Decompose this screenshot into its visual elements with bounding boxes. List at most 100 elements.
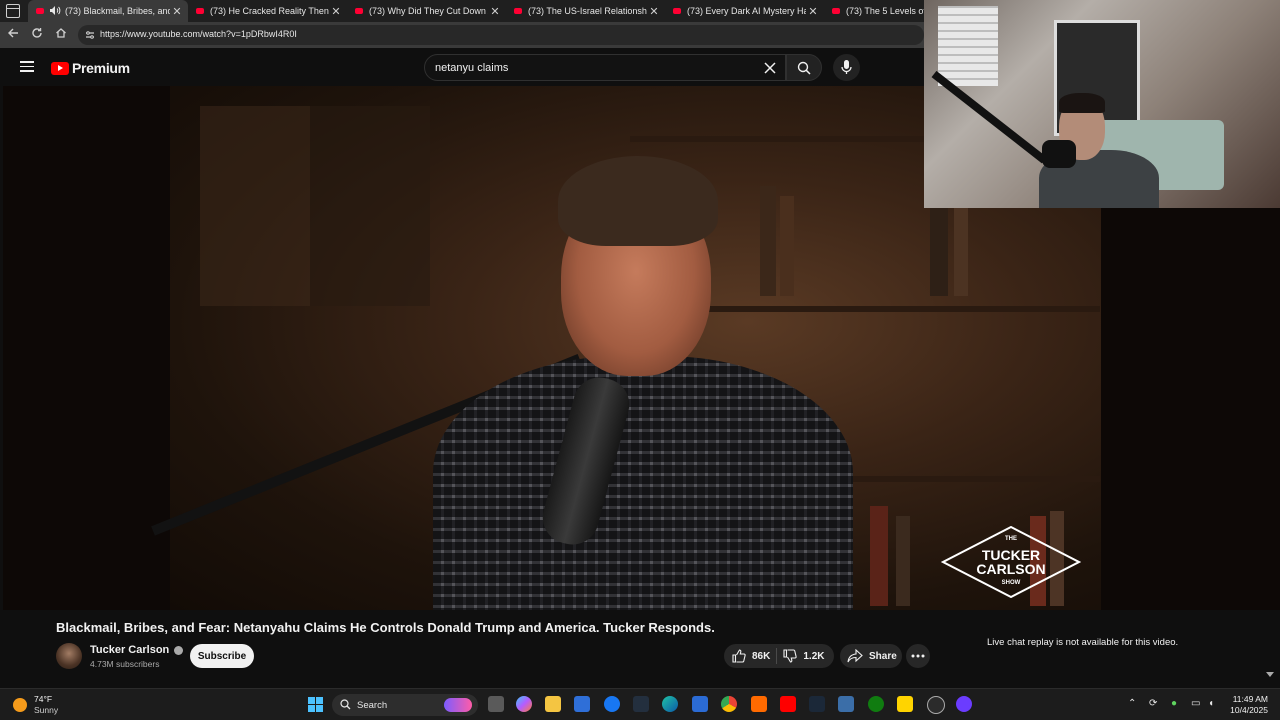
browser-tab-4[interactable]: (73) The US-Israel Relationship is ✕	[506, 0, 665, 22]
app-diamond-icon[interactable]	[838, 696, 854, 712]
url-text: https://www.youtube.com/watch?v=1pDRbwI4…	[100, 29, 297, 39]
speaker-icon[interactable]	[50, 5, 61, 17]
url-field[interactable]: https://www.youtube.com/watch?v=1pDRbwI4…	[78, 25, 924, 45]
dislike-count: 1.2K	[803, 650, 825, 662]
amazon-icon[interactable]	[633, 696, 649, 712]
back-arrow-icon[interactable]	[5, 27, 21, 43]
logo-text: Premium	[72, 60, 130, 76]
clock-date[interactable]: 10/4/2025	[1218, 705, 1268, 715]
svg-text:SHOW: SHOW	[1002, 580, 1021, 586]
share-arrow-icon	[847, 649, 863, 663]
search-button[interactable]	[786, 54, 822, 81]
tucker-carlson-show-logo: THE TUCKER CARLSON SHOW	[941, 526, 1081, 598]
clear-search-icon[interactable]	[763, 61, 777, 75]
windows-taskbar: 74°F Sunny Search ⌃ ⟳ ● ▭ ◖ 11:49 AM 10/…	[0, 688, 1280, 720]
browser-tab-2[interactable]: (73) He Cracked Reality Then CIA ✕	[188, 0, 347, 22]
clock-time[interactable]: 11:49 AM	[1228, 694, 1268, 704]
voice-search-button[interactable]	[833, 54, 860, 81]
search-highlight-icon	[444, 698, 472, 712]
more-actions-button[interactable]	[906, 644, 930, 668]
subscriber-count: 4.73M subscribers	[90, 659, 160, 669]
scroll-down-arrow-icon[interactable]	[1266, 672, 1274, 677]
verified-badge-icon	[174, 645, 184, 655]
share-button[interactable]: Share	[840, 644, 902, 668]
like-dislike-group: 86K 1.2K	[724, 644, 834, 668]
edge-browser-icon[interactable]	[662, 696, 678, 712]
show-hidden-icons-chevron-icon[interactable]: ⌃	[1128, 698, 1136, 709]
steam-icon[interactable]	[809, 696, 825, 712]
vlc-icon[interactable]	[751, 696, 767, 712]
youtube-premium-logo[interactable]: Premium	[51, 60, 130, 76]
facebook-icon[interactable]	[604, 696, 620, 712]
svg-text:CARLSON: CARLSON	[976, 561, 1045, 577]
weather-temperature: 74°F	[34, 694, 53, 704]
youtube-favicon-icon	[196, 8, 204, 14]
more-horizontal-icon	[911, 654, 925, 658]
browser-tab-3[interactable]: (73) Why Did They Cut Down All ✕	[347, 0, 506, 22]
video-title: Blackmail, Bribes, and Fear: Netanyahu C…	[56, 620, 715, 635]
onedrive-sync-icon[interactable]: ⟳	[1149, 698, 1157, 709]
site-info-icon[interactable]	[84, 28, 98, 42]
channel-name-text: Tucker Carlson	[90, 644, 170, 656]
close-tab-icon[interactable]: ✕	[329, 5, 343, 18]
search-query: netanyu claims	[435, 62, 509, 74]
xbox-icon[interactable]	[868, 696, 884, 712]
share-label: Share	[869, 650, 897, 662]
youtube-favicon-icon	[36, 8, 44, 14]
sticky-notes-icon[interactable]	[897, 696, 913, 712]
calculator-icon[interactable]	[692, 696, 708, 712]
reload-icon[interactable]	[29, 27, 45, 43]
browser-tab-6[interactable]: (73) The 5 Levels of D	[824, 0, 924, 22]
youtube-favicon-icon	[673, 8, 681, 14]
window-blinds	[938, 6, 998, 86]
tab-actions-icon[interactable]	[6, 4, 20, 18]
tab-title: (73) The US-Israel Relationship is	[528, 6, 647, 16]
browser-tab-1[interactable]: (73) Blackmail, Bribes, and Fe ✕	[28, 0, 188, 22]
taskbar-search-label: Search	[357, 700, 388, 711]
obs-icon[interactable]	[956, 696, 972, 712]
browser-tab-5[interactable]: (73) Every Dark AI Mystery Happe ✕	[665, 0, 824, 22]
youtube-favicon-icon	[832, 8, 840, 14]
microsoft-store-icon[interactable]	[574, 696, 590, 712]
tab-title: (73) The 5 Levels of D	[846, 6, 924, 16]
subscribe-button[interactable]: Subscribe	[190, 644, 254, 668]
live-chat-notice: Live chat replay is not available for th…	[987, 637, 1179, 648]
close-tab-icon[interactable]: ✕	[647, 5, 661, 18]
task-view-icon[interactable]	[488, 696, 504, 712]
search-icon	[797, 61, 811, 75]
dislike-button[interactable]: 1.2K	[783, 649, 824, 663]
youtube-app-icon[interactable]	[780, 696, 796, 712]
speaker-body	[433, 356, 853, 610]
taskbar-search-box[interactable]: Search	[332, 694, 478, 716]
close-tab-icon[interactable]: ✕	[488, 5, 502, 18]
channel-name[interactable]: Tucker Carlson	[90, 644, 184, 656]
chrome-icon[interactable]	[721, 696, 737, 712]
menu-icon[interactable]	[20, 61, 34, 72]
volume-icon[interactable]: ◖	[1208, 698, 1214, 709]
thumbs-down-icon	[783, 649, 798, 663]
microphone-icon	[841, 60, 852, 74]
tab-title: (73) He Cracked Reality Then CIA	[210, 6, 329, 16]
sun-weather-icon[interactable]	[13, 698, 27, 712]
settings-gear-icon[interactable]	[927, 696, 945, 714]
channel-avatar[interactable]	[56, 643, 82, 669]
home-icon[interactable]	[53, 27, 69, 43]
start-menu-icon[interactable]	[308, 697, 324, 713]
file-explorer-icon[interactable]	[545, 696, 561, 712]
search-icon	[340, 699, 351, 710]
like-button[interactable]: 86K	[724, 649, 770, 663]
search-input[interactable]: netanyu claims	[424, 54, 786, 81]
streamer-hair	[1059, 93, 1105, 113]
network-icon[interactable]: ▭	[1191, 698, 1200, 709]
close-tab-icon[interactable]: ✕	[806, 5, 820, 18]
streamer-microphone	[1042, 140, 1076, 168]
svg-text:THE: THE	[1005, 536, 1017, 542]
webcam-overlay	[924, 0, 1280, 208]
close-tab-icon[interactable]: ✕	[170, 5, 184, 18]
tab-title: (73) Why Did They Cut Down All	[369, 6, 488, 16]
copilot-icon[interactable]	[516, 696, 532, 712]
speaker-hair	[558, 156, 718, 246]
microphone-in-use-icon[interactable]: ●	[1171, 698, 1177, 709]
like-count: 86K	[752, 650, 771, 662]
youtube-favicon-icon	[514, 8, 522, 14]
